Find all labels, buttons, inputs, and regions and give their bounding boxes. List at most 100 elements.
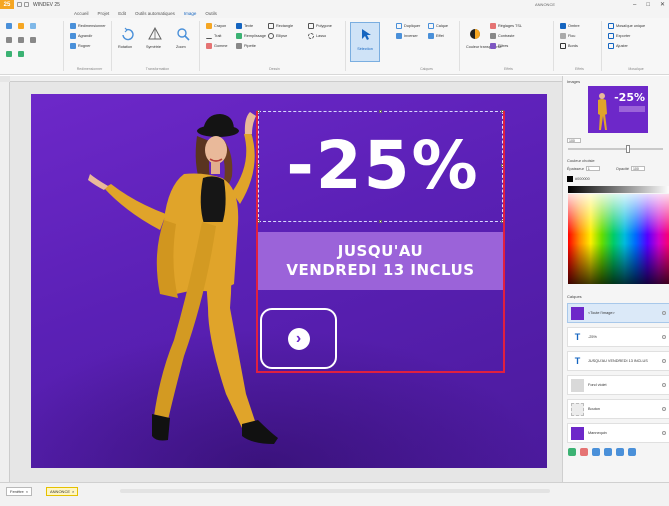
image-thumbnail[interactable]: -25% (588, 86, 648, 133)
horizontal-scrollbar[interactable] (120, 489, 550, 493)
arrow-button[interactable]: › (260, 308, 337, 369)
save-icon[interactable] (17, 2, 22, 7)
delete-layer-icon[interactable] (580, 448, 588, 456)
new-icon[interactable] (6, 23, 12, 29)
redo-arrow-icon[interactable] (18, 51, 24, 57)
paste-icon[interactable] (18, 37, 24, 43)
color-palette[interactable] (568, 194, 669, 284)
resize-icon (70, 23, 76, 29)
copy-icon[interactable] (6, 37, 12, 43)
single-mosaic-button[interactable]: Mosaïque unique (608, 23, 645, 29)
filters-button[interactable]: Filtres (490, 43, 508, 49)
resize-handle[interactable] (379, 110, 382, 113)
visibility-icon[interactable] (662, 431, 666, 435)
open-icon[interactable] (18, 23, 24, 29)
tab-window[interactable]: Fenêtre × (6, 487, 33, 496)
thickness-input[interactable]: 1 (585, 166, 600, 171)
zoom-slider[interactable] (568, 145, 663, 153)
visibility-icon[interactable] (662, 335, 666, 339)
visibility-icon[interactable] (662, 311, 666, 315)
discount-text[interactable]: -25% (263, 116, 503, 216)
layer-item[interactable]: Bouton (567, 399, 669, 419)
blur-button[interactable]: Flou (560, 33, 575, 39)
layer-settings-icon[interactable] (628, 448, 636, 456)
enlarge-button[interactable]: Agrandir (70, 33, 92, 39)
tab-image[interactable]: Image (184, 11, 197, 16)
rectangle-tool[interactable]: Rectangle (268, 23, 293, 29)
selection-tool-button[interactable]: Sélection (350, 22, 380, 62)
undo-icon[interactable] (24, 2, 29, 7)
save-icon[interactable] (30, 23, 36, 29)
image-canvas[interactable]: -25% JUSQU'AU VENDREDI 13 INCLUS › (31, 94, 547, 468)
grayscale-strip[interactable] (568, 186, 669, 193)
layer-button[interactable]: Calque (428, 23, 448, 29)
layer-item[interactable]: Mannequin (567, 423, 669, 443)
mirror-icon[interactable] (148, 27, 162, 41)
undo-arrow-icon[interactable] (6, 51, 12, 57)
tab-annonce[interactable]: ANNONCE × (46, 487, 79, 496)
close-tab-icon[interactable]: × (26, 489, 28, 494)
text-tool[interactable]: Texte (236, 23, 253, 29)
eraser-tool[interactable]: Gomme (206, 43, 228, 49)
resize-handle[interactable] (379, 220, 382, 223)
rotate-icon[interactable] (120, 27, 134, 41)
tab-outils[interactable]: Outils (205, 11, 217, 16)
fit-button[interactable]: Ajuster (608, 43, 628, 49)
pencil-icon (206, 23, 212, 29)
crop-button[interactable]: Rogner (70, 43, 90, 49)
layer-item[interactable]: T JUSQU'AU VENDREDI 13 INCLUS (567, 351, 669, 371)
resize-button[interactable]: Redimensionner (70, 23, 106, 29)
opacity-input[interactable]: 100 (630, 166, 645, 171)
duplicate-layer-icon[interactable] (592, 448, 600, 456)
contrast-icon[interactable] (468, 27, 482, 41)
contrast-button[interactable]: Contraste (490, 33, 514, 39)
blur-icon (560, 33, 566, 39)
minimize-button[interactable]: – (633, 2, 636, 8)
red-guide-bottom (256, 371, 505, 373)
ribbon-group-transform: Rotation Symétrie Zoom Transformation (116, 21, 200, 71)
duplicate-button[interactable]: Dupliquer (396, 23, 420, 29)
tab-edit[interactable]: Edit (118, 11, 126, 16)
zoom-icon[interactable] (176, 27, 190, 41)
close-button[interactable]: ✕ (660, 1, 665, 8)
pipette-tool[interactable]: Pipette (236, 43, 256, 49)
crop-icon (70, 43, 76, 49)
line-tool[interactable]: Trait (206, 33, 221, 39)
move-up-icon[interactable] (616, 448, 624, 456)
maximize-button[interactable]: □ (646, 2, 650, 8)
zoom-button[interactable]: Zoom (176, 45, 186, 49)
layer-item[interactable]: Fond violet (567, 375, 669, 395)
fill-tool[interactable]: Remplissage (236, 33, 266, 39)
layer-item[interactable]: T -25% (567, 327, 669, 347)
tab-outils-automatiques[interactable]: Outils automatiques (135, 11, 175, 16)
tab-projet[interactable]: Projet (98, 11, 110, 16)
layer-name: JUSQU'AU VENDREDI 13 INCLUS (588, 358, 648, 363)
layer-item[interactable]: <Toute l'image> (567, 303, 669, 323)
move-down-icon[interactable] (604, 448, 612, 456)
effect-button[interactable]: Effet (428, 33, 444, 39)
visibility-icon[interactable] (662, 359, 666, 363)
borders-button[interactable]: Bords (560, 43, 578, 49)
add-layer-icon[interactable] (568, 448, 576, 456)
visibility-icon[interactable] (662, 383, 666, 387)
tsl-button[interactable]: Réglages TSL (490, 23, 522, 29)
symmetry-button[interactable]: Symétrie (146, 45, 161, 49)
cut-icon[interactable] (30, 37, 36, 43)
ellipse-tool[interactable]: Ellipse (268, 33, 287, 39)
rectangle-icon (268, 23, 274, 29)
invert-button[interactable]: Inverser (396, 33, 418, 39)
shadow-button[interactable]: Ombre (560, 23, 580, 29)
rotation-button[interactable]: Rotation (118, 45, 132, 49)
hex-value[interactable]: #000000 (575, 177, 590, 181)
current-color-swatch[interactable] (567, 176, 573, 182)
promo-banner[interactable]: JUSQU'AU VENDREDI 13 INCLUS (258, 232, 503, 290)
slider-knob[interactable] (626, 145, 630, 153)
pencil-tool[interactable]: Crayon (206, 23, 226, 29)
lasso-tool[interactable]: Lasso (308, 33, 326, 39)
tab-accueil[interactable]: Accueil (74, 11, 89, 16)
zoom-input[interactable]: 100 (567, 138, 581, 143)
polygon-tool[interactable]: Polygone (308, 23, 332, 29)
export-button[interactable]: Exporter (608, 33, 630, 39)
visibility-icon[interactable] (662, 407, 666, 411)
close-tab-icon[interactable]: × (72, 489, 74, 494)
